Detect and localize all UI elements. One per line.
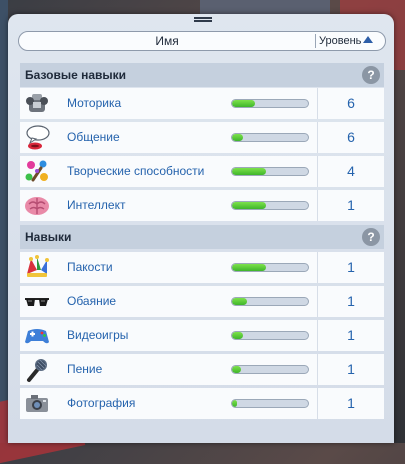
creativity-icon [25, 160, 48, 182]
skill-progress-fill [232, 168, 267, 175]
help-icon[interactable]: ? [362, 66, 380, 84]
skill-progress-bar [231, 263, 309, 272]
skill-progress-bar [231, 99, 309, 108]
help-icon[interactable]: ? [362, 228, 380, 246]
skill-progress-bar [231, 297, 309, 306]
skill-label: Видеоигры [67, 328, 129, 342]
skill-progress-fill [232, 298, 248, 305]
skill-row-intellect[interactable]: Интеллект 1 [20, 190, 384, 221]
skill-level: 1 [347, 259, 355, 275]
skill-label: Общение [67, 130, 120, 144]
skill-row-creativity[interactable]: Творческие способности 4 [20, 156, 384, 187]
section-skills: Навыки ? [20, 225, 384, 249]
skill-level: 6 [347, 95, 355, 111]
skill-row-mischief[interactable]: Пакости 1 [20, 252, 384, 283]
brain-icon [25, 197, 49, 215]
skill-level: 1 [347, 293, 355, 309]
section-title: Базовые навыки [25, 68, 127, 82]
background-strip [0, 0, 8, 443]
skill-label: Интеллект [67, 198, 126, 212]
skill-progress-bar [231, 399, 309, 408]
sort-level-label: Уровень [319, 35, 362, 47]
skill-row-social[interactable]: Общение 6 [20, 122, 384, 153]
skill-label: Пакости [67, 260, 113, 274]
skill-level: 4 [347, 163, 355, 179]
skill-progress-fill [232, 400, 237, 407]
skill-label: Обаяние [67, 294, 117, 308]
skill-progress-fill [232, 202, 267, 209]
skill-label: Творческие способности [67, 164, 205, 178]
skill-level: 1 [347, 327, 355, 343]
skill-level: 1 [347, 361, 355, 377]
skill-progress-bar [231, 133, 309, 142]
skill-progress-bar [231, 365, 309, 374]
skill-progress-fill [232, 366, 242, 373]
section-title: Навыки [25, 230, 72, 244]
motor-icon [26, 94, 48, 112]
skill-progress-bar [231, 167, 309, 176]
sort-header: Имя Уровень [18, 31, 386, 51]
skill-level: 6 [347, 129, 355, 145]
skill-level: 1 [347, 395, 355, 411]
skill-progress-bar [231, 201, 309, 210]
drag-handle[interactable] [194, 17, 212, 22]
skill-label: Пение [67, 362, 103, 376]
skill-label: Фотография [67, 396, 136, 410]
jester-hat-icon [27, 255, 49, 277]
skill-row-motor[interactable]: Моторика 6 [20, 88, 384, 119]
skill-row-photography[interactable]: Фотография 1 [20, 388, 384, 419]
skill-progress-fill [232, 332, 244, 339]
skill-progress-fill [232, 100, 255, 107]
skill-row-videogaming[interactable]: Видеоигры 1 [20, 320, 384, 351]
skill-level: 1 [347, 197, 355, 213]
skill-label: Моторика [67, 96, 122, 110]
header-divider [315, 34, 316, 48]
skill-row-charisma[interactable]: Обаяние 1 [20, 286, 384, 317]
camera-icon [26, 395, 48, 412]
skill-row-singing[interactable]: Пение 1 [20, 354, 384, 385]
skill-progress-fill [232, 134, 244, 141]
microphone-icon [27, 359, 47, 382]
social-icon [26, 125, 50, 150]
gamepad-icon [25, 329, 49, 344]
skill-progress-fill [232, 264, 267, 271]
sunglasses-icon [25, 298, 49, 306]
sort-ascending-icon [363, 36, 374, 43]
sort-by-name-button[interactable]: Имя [19, 32, 315, 50]
sort-by-level-button[interactable]: Уровень [319, 32, 385, 50]
section-basic-skills: Базовые навыки ? [20, 63, 384, 87]
skill-progress-bar [231, 331, 309, 340]
